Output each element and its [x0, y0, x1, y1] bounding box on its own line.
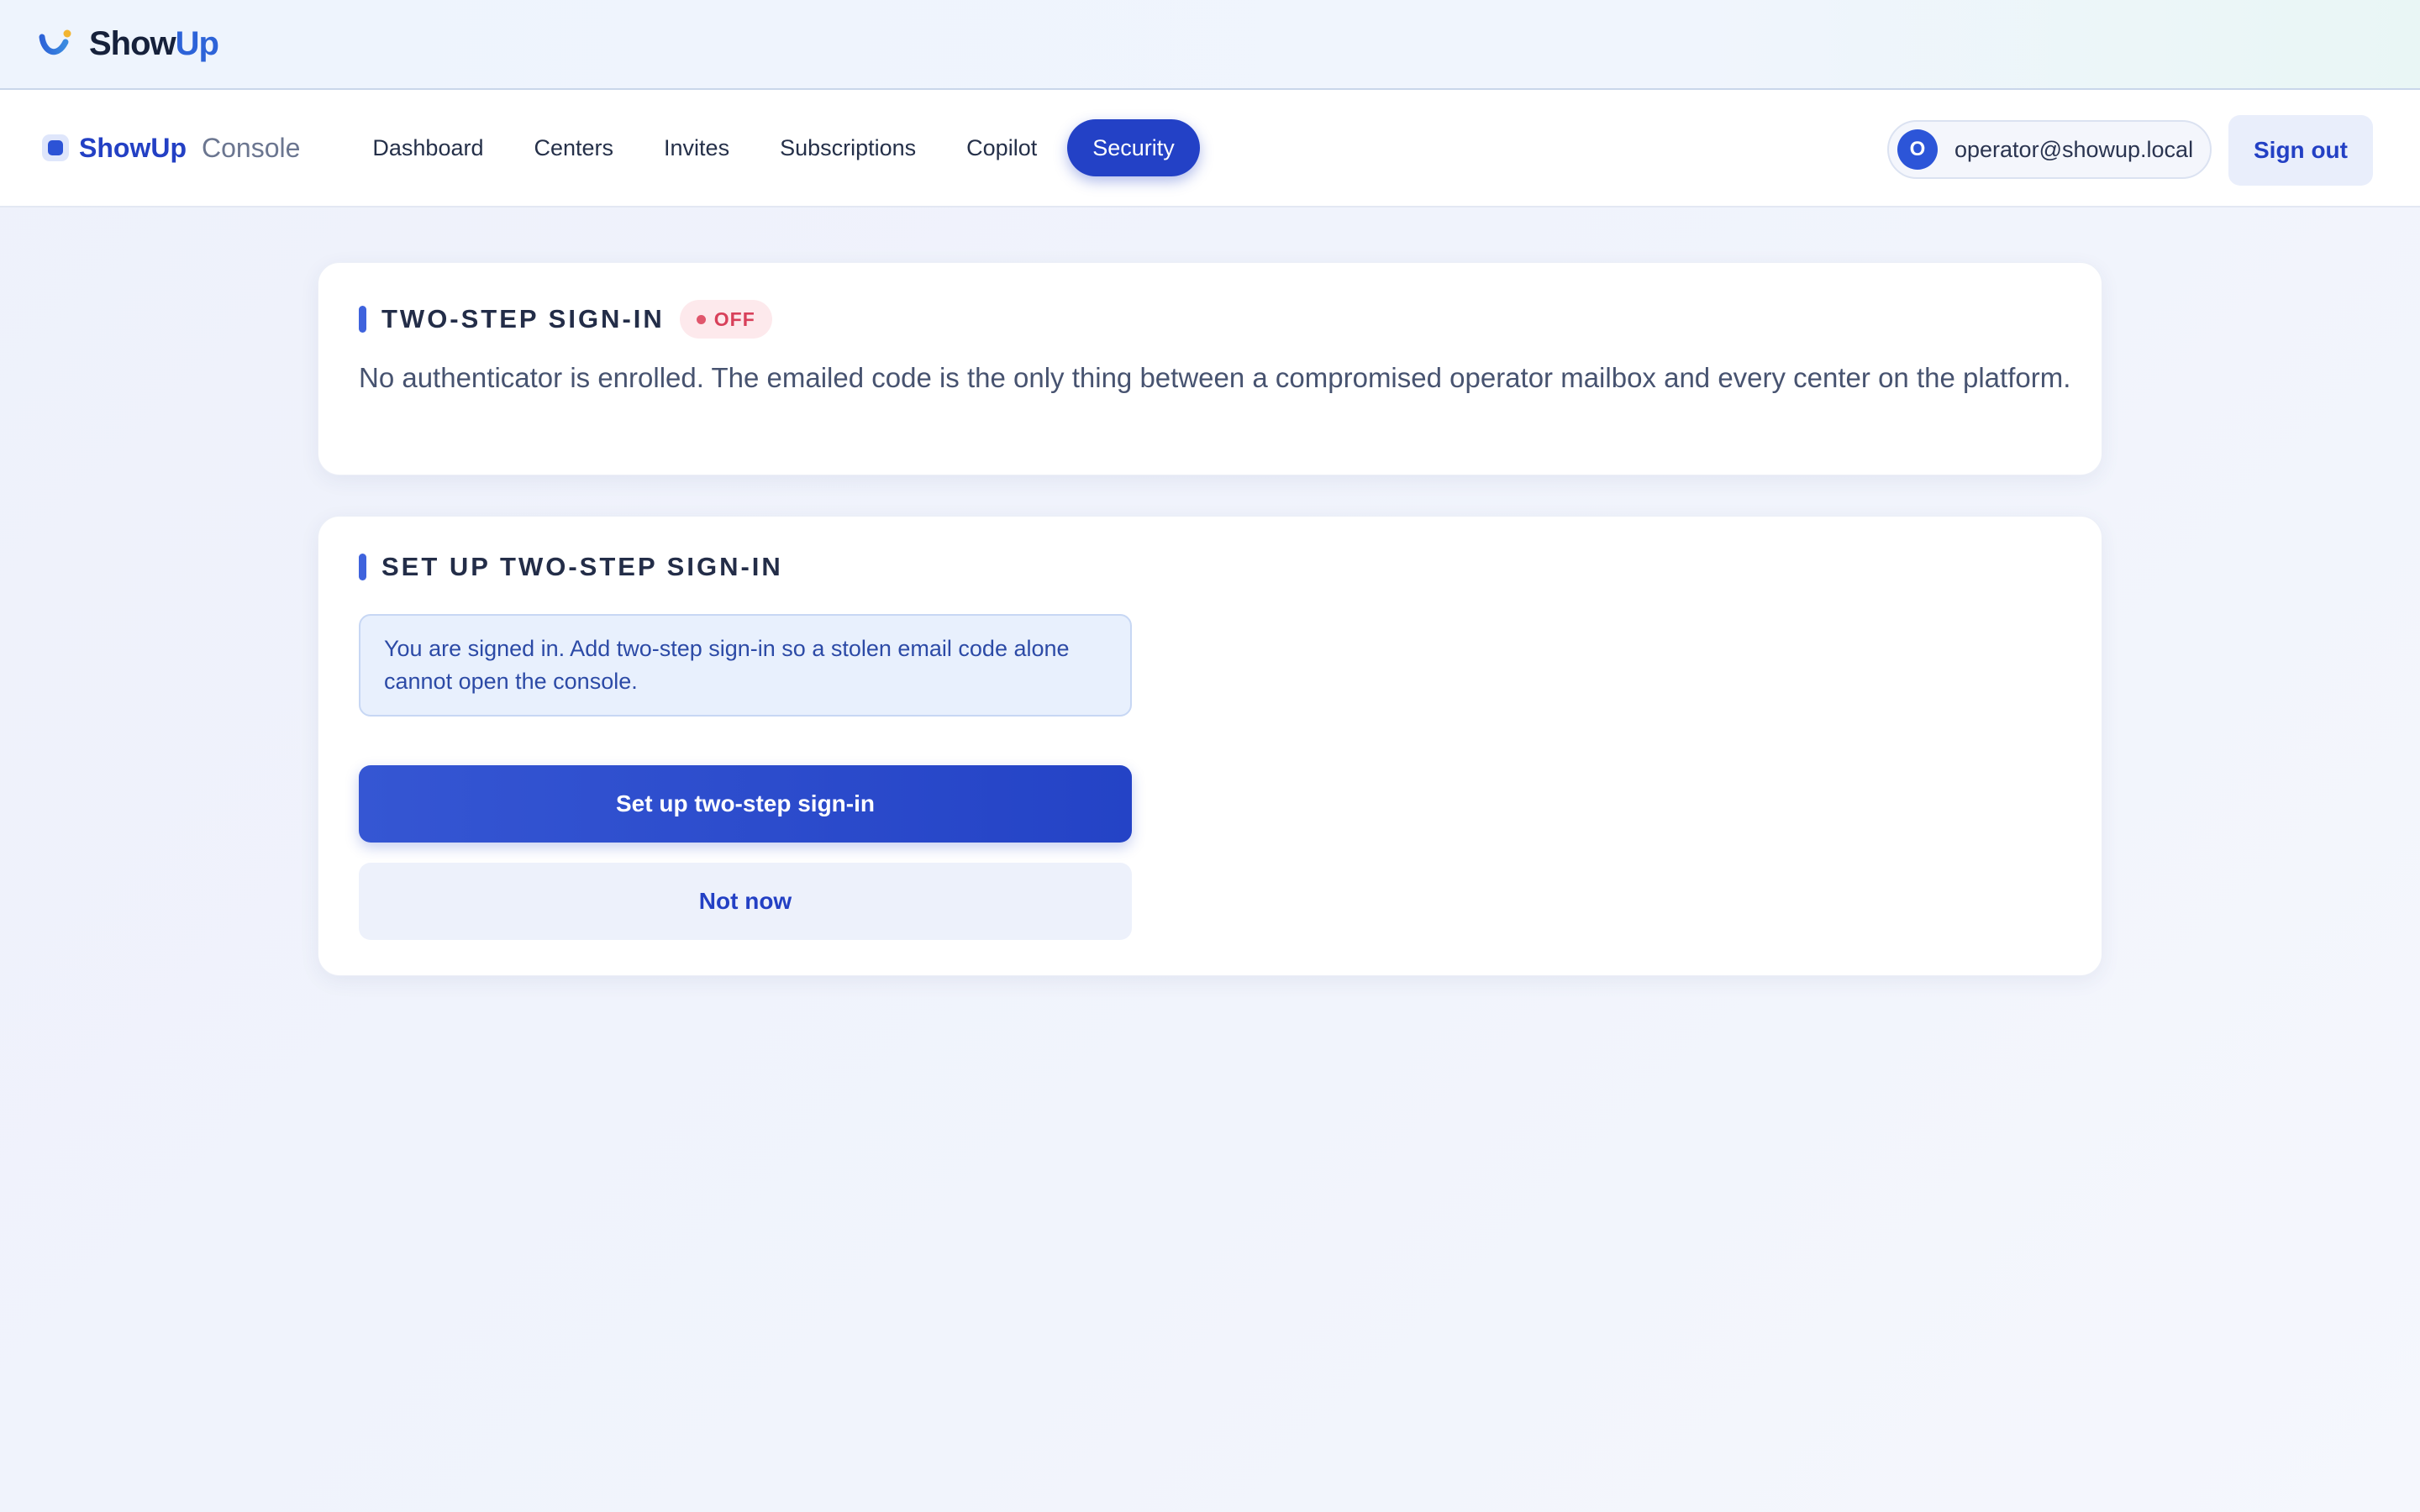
nav-links: Dashboard Centers Invites Subscriptions …: [347, 119, 1200, 176]
two-step-status-card: TWO-STEP SIGN-IN OFF No authenticator is…: [318, 262, 2102, 475]
console-name: ShowUp: [79, 132, 187, 163]
user-email: operator@showup.local: [1954, 136, 2194, 162]
checkmark-swoosh-icon: [39, 29, 71, 55]
setup-two-step-button[interactable]: Set up two-step sign-in: [359, 765, 1132, 843]
brand-name-accent: Up: [175, 25, 219, 62]
console-navbar: ShowUp Console Dashboard Centers Invites…: [0, 90, 2420, 207]
two-step-setup-card: SET UP TWO-STEP SIGN-IN You are signed i…: [318, 516, 2102, 976]
info-notice: You are signed in. Add two-step sign-in …: [359, 614, 1132, 717]
nav-link-invites[interactable]: Invites: [639, 119, 755, 176]
avatar: O: [1897, 129, 1938, 170]
status-dot-icon: [696, 314, 706, 324]
console-subtitle: Console: [201, 132, 301, 163]
nav-link-subscriptions[interactable]: Subscriptions: [755, 119, 941, 176]
status-card-header: TWO-STEP SIGN-IN OFF: [359, 300, 772, 339]
setup-card-title: SET UP TWO-STEP SIGN-IN: [381, 552, 783, 581]
status-badge: OFF: [679, 300, 772, 339]
brand-wordmark[interactable]: ShowUp: [89, 25, 219, 63]
status-badge-label: OFF: [713, 307, 755, 330]
setup-card-header: SET UP TWO-STEP SIGN-IN: [359, 552, 783, 582]
status-card-title: TWO-STEP SIGN-IN: [381, 304, 665, 333]
status-card-description: No authenticator is enrolled. The emaile…: [359, 362, 2071, 393]
brand-bar: ShowUp: [0, 0, 2420, 90]
brand-name-main: Show: [89, 25, 176, 62]
sign-out-button[interactable]: Sign out: [2228, 115, 2373, 186]
nav-link-security[interactable]: Security: [1067, 119, 1200, 176]
not-now-button[interactable]: Not now: [359, 863, 1132, 940]
user-chip[interactable]: O operator@showup.local: [1887, 120, 2212, 179]
nav-link-copilot[interactable]: Copilot: [941, 119, 1062, 176]
nav-link-dashboard[interactable]: Dashboard: [347, 119, 508, 176]
nav-link-centers[interactable]: Centers: [508, 119, 639, 176]
title-accent-bar: [359, 306, 366, 333]
title-accent-bar: [359, 554, 366, 580]
console-logo-icon: [42, 134, 69, 161]
console-brand[interactable]: ShowUp Console: [42, 133, 300, 164]
